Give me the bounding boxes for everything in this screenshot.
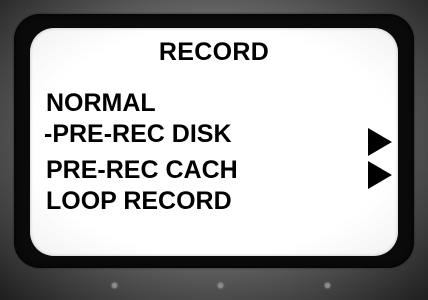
menu-item-normal[interactable]: NORMAL — [46, 88, 156, 118]
menu-item-pre-rec-disk[interactable]: -PRE-REC DISK — [44, 119, 232, 149]
indicator-dot — [218, 283, 223, 288]
indicator-dot — [325, 283, 330, 288]
indicator-dot — [112, 283, 117, 288]
menu-item-pre-rec-cach[interactable]: PRE-REC CACH — [46, 155, 238, 185]
device-housing: RECORD NORMAL -PRE-REC DISK PRE-REC CACH… — [0, 0, 428, 300]
menu-title: RECORD — [158, 38, 270, 66]
right-triangle-icon — [368, 161, 392, 189]
menu-item-loop-record[interactable]: LOOP RECORD — [46, 186, 232, 216]
right-triangle-icon — [368, 128, 392, 156]
